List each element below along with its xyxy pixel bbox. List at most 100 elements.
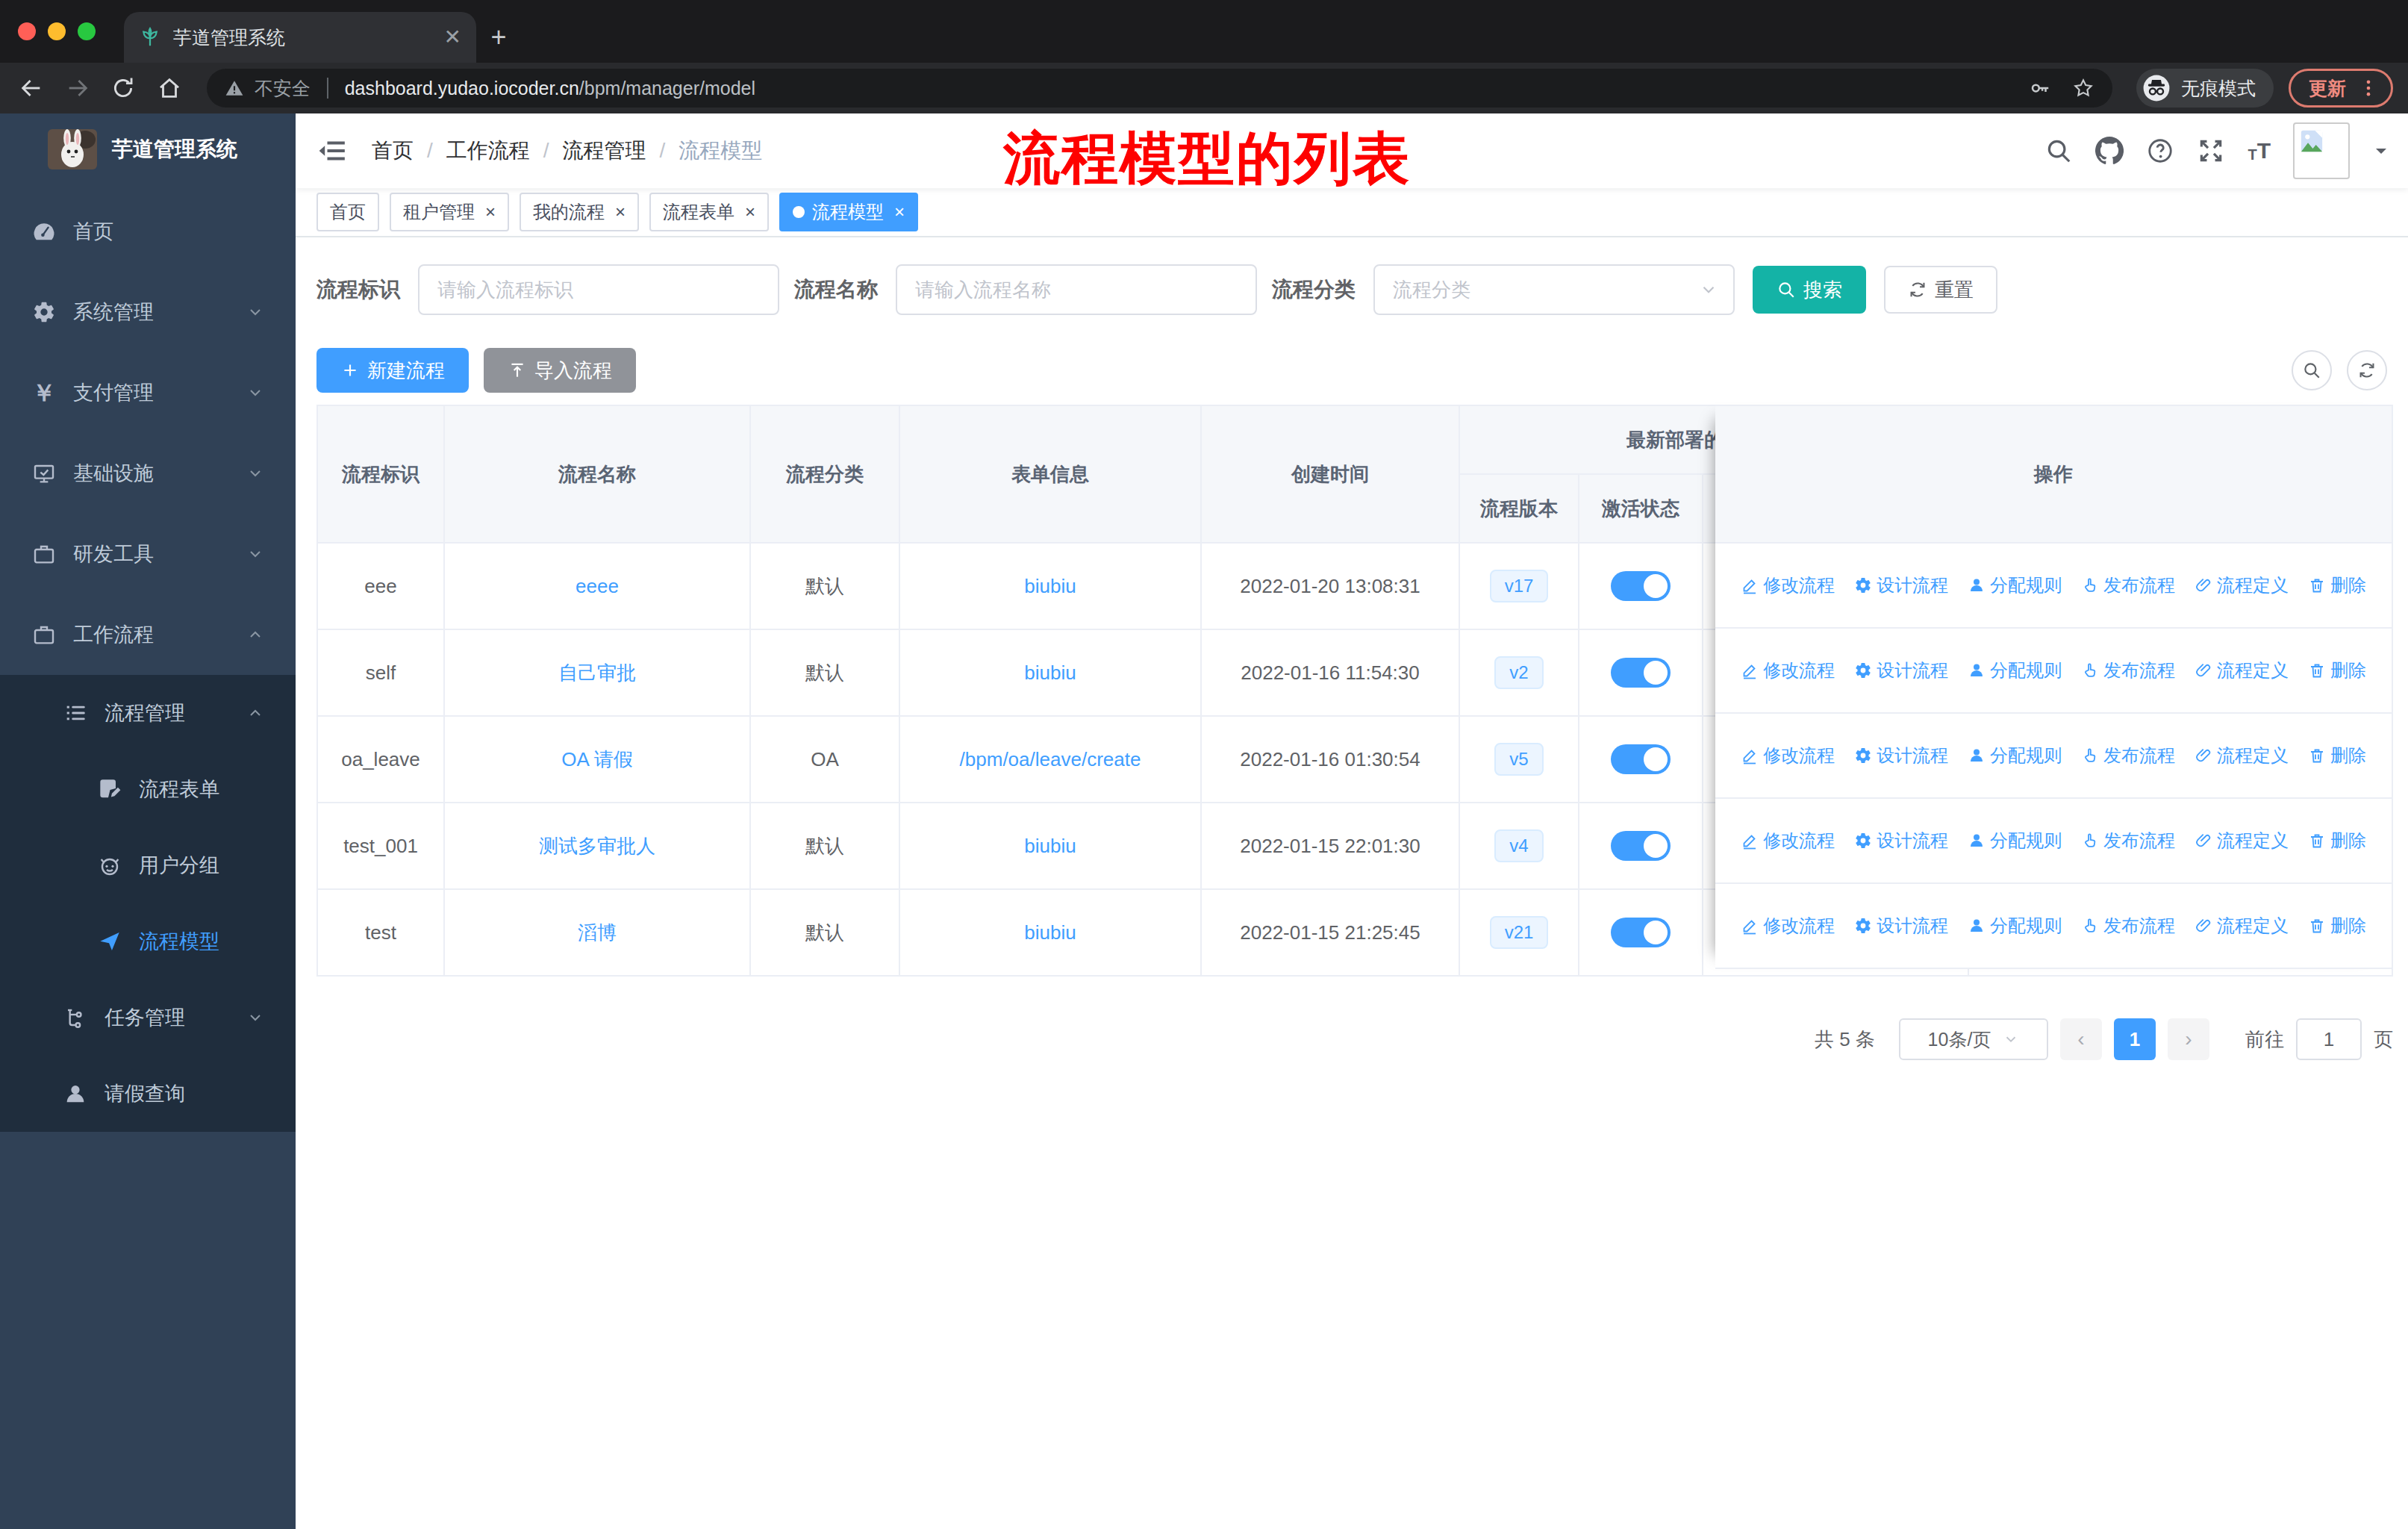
hamburger-icon[interactable]: [318, 136, 348, 166]
tab-close-icon[interactable]: ✕: [444, 27, 461, 48]
action-流程定义[interactable]: 流程定义: [2195, 914, 2289, 938]
tag-我的流程[interactable]: 我的流程×: [520, 193, 639, 231]
sidebar-item-流程模型[interactable]: 流程模型: [0, 903, 296, 980]
action-发布流程[interactable]: 发布流程: [2081, 829, 2175, 853]
active-toggle[interactable]: [1611, 571, 1671, 601]
action-发布流程[interactable]: 发布流程: [2081, 658, 2175, 682]
app-logo[interactable]: 芋道管理系统: [0, 113, 296, 185]
sidebar-item-首页[interactable]: 首页: [0, 191, 296, 272]
active-toggle[interactable]: [1611, 658, 1671, 688]
row-form-link[interactable]: biubiu: [900, 890, 1202, 977]
minimize-window-button[interactable]: [48, 22, 66, 40]
sidebar-item-任务管理[interactable]: 任务管理: [0, 980, 296, 1056]
active-toggle[interactable]: [1611, 831, 1671, 861]
action-设计流程[interactable]: 设计流程: [1854, 573, 1948, 597]
action-分配规则[interactable]: 分配规则: [1968, 658, 2062, 682]
process-name-input[interactable]: [896, 264, 1257, 315]
row-form-link[interactable]: biubiu: [900, 803, 1202, 890]
action-修改流程[interactable]: 修改流程: [1741, 914, 1835, 938]
version-badge[interactable]: v21: [1490, 916, 1549, 950]
avatar[interactable]: [2293, 122, 2350, 179]
search-icon[interactable]: [2044, 137, 2073, 165]
action-修改流程[interactable]: 修改流程: [1741, 744, 1835, 767]
next-page-button[interactable]: ›: [2168, 1018, 2209, 1060]
tag-close-icon[interactable]: ×: [485, 202, 496, 222]
action-发布流程[interactable]: 发布流程: [2081, 914, 2175, 938]
security-label[interactable]: 不安全: [255, 76, 311, 101]
action-分配规则[interactable]: 分配规则: [1968, 829, 2062, 853]
menu-dots-icon[interactable]: [2358, 78, 2379, 99]
warning-icon[interactable]: [225, 78, 244, 98]
tag-首页[interactable]: 首页: [316, 193, 379, 231]
version-badge[interactable]: v17: [1490, 570, 1549, 603]
action-删除[interactable]: 删除: [2308, 914, 2366, 938]
action-分配规则[interactable]: 分配规则: [1968, 914, 2062, 938]
action-发布流程[interactable]: 发布流程: [2081, 573, 2175, 597]
breadcrumb-item[interactable]: 首页: [372, 137, 414, 165]
action-流程定义[interactable]: 流程定义: [2195, 658, 2289, 682]
tag-租户管理[interactable]: 租户管理×: [390, 193, 509, 231]
action-设计流程[interactable]: 设计流程: [1854, 829, 1948, 853]
active-toggle[interactable]: [1611, 744, 1671, 774]
row-name-link[interactable]: 测试多审批人: [445, 803, 751, 890]
tag-close-icon[interactable]: ×: [894, 202, 905, 222]
row-form-link[interactable]: biubiu: [900, 630, 1202, 717]
action-删除[interactable]: 删除: [2308, 829, 2366, 853]
font-size-icon[interactable]: TT: [2248, 140, 2271, 162]
action-修改流程[interactable]: 修改流程: [1741, 829, 1835, 853]
update-button[interactable]: 更新: [2289, 69, 2393, 108]
action-修改流程[interactable]: 修改流程: [1741, 573, 1835, 597]
chevron-down-icon[interactable]: [2372, 142, 2390, 160]
tag-流程表单[interactable]: 流程表单×: [649, 193, 769, 231]
sidebar-item-用户分组[interactable]: 用户分组: [0, 827, 296, 903]
close-window-button[interactable]: [18, 22, 36, 40]
breadcrumb-item[interactable]: 工作流程: [446, 137, 530, 165]
process-id-input[interactable]: [418, 264, 779, 315]
import-process-button[interactable]: 导入流程: [484, 348, 636, 393]
action-设计流程[interactable]: 设计流程: [1854, 744, 1948, 767]
bookmark-star-icon[interactable]: [2072, 77, 2094, 99]
new-tab-button[interactable]: +: [481, 19, 517, 55]
home-icon[interactable]: [153, 72, 186, 105]
create-process-button[interactable]: 新建流程: [316, 348, 469, 393]
github-icon[interactable]: [2095, 137, 2124, 165]
reset-button[interactable]: 重置: [1884, 266, 1997, 314]
sidebar-item-系统管理[interactable]: 系统管理: [0, 272, 296, 352]
tag-close-icon[interactable]: ×: [615, 202, 626, 222]
sidebar-item-基础设施[interactable]: 基础设施: [0, 433, 296, 514]
tag-流程模型[interactable]: 流程模型×: [779, 193, 918, 231]
action-删除[interactable]: 删除: [2308, 573, 2366, 597]
sidebar-item-流程表单[interactable]: 流程表单: [0, 751, 296, 827]
version-badge[interactable]: v4: [1494, 829, 1543, 863]
search-button[interactable]: 搜索: [1753, 266, 1866, 314]
fullscreen-icon[interactable]: [2197, 137, 2225, 165]
breadcrumb-item[interactable]: 流程管理: [563, 137, 646, 165]
action-发布流程[interactable]: 发布流程: [2081, 744, 2175, 767]
row-name-link[interactable]: 滔博: [445, 890, 751, 977]
forward-icon[interactable]: [61, 72, 94, 105]
fullscreen-window-button[interactable]: [78, 22, 96, 40]
version-badge[interactable]: v5: [1494, 743, 1543, 776]
action-设计流程[interactable]: 设计流程: [1854, 658, 1948, 682]
refresh-button[interactable]: [2347, 350, 2387, 390]
sidebar-item-研发工具[interactable]: 研发工具: [0, 514, 296, 594]
back-icon[interactable]: [15, 72, 48, 105]
action-流程定义[interactable]: 流程定义: [2195, 829, 2289, 853]
action-分配规则[interactable]: 分配规则: [1968, 744, 2062, 767]
tag-close-icon[interactable]: ×: [745, 202, 755, 222]
action-分配规则[interactable]: 分配规则: [1968, 573, 2062, 597]
process-category-select[interactable]: 流程分类: [1373, 264, 1735, 315]
version-badge[interactable]: v2: [1494, 656, 1543, 690]
row-name-link[interactable]: eeee: [445, 544, 751, 630]
action-设计流程[interactable]: 设计流程: [1854, 914, 1948, 938]
page-1-button[interactable]: 1: [2114, 1018, 2156, 1060]
sidebar-item-流程管理[interactable]: 流程管理: [0, 675, 296, 751]
goto-page-input[interactable]: [2296, 1018, 2362, 1060]
help-icon[interactable]: [2146, 137, 2174, 165]
active-toggle[interactable]: [1611, 918, 1671, 947]
row-form-link[interactable]: biubiu: [900, 544, 1202, 630]
row-form-link[interactable]: /bpm/oa/leave/create: [900, 717, 1202, 803]
action-流程定义[interactable]: 流程定义: [2195, 744, 2289, 767]
action-删除[interactable]: 删除: [2308, 658, 2366, 682]
row-name-link[interactable]: 自己审批: [445, 630, 751, 717]
